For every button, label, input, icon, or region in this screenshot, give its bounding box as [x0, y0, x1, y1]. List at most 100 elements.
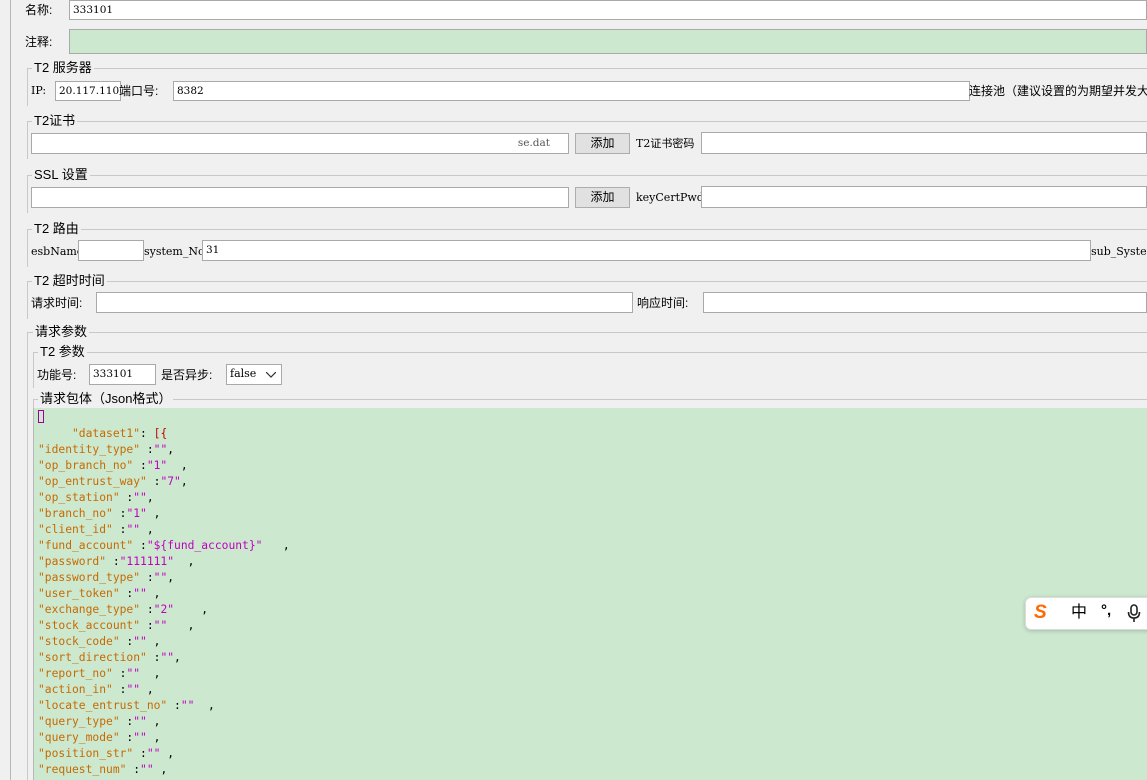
request-time-label: 请求时间:	[31, 296, 83, 310]
json-key: "position_str"	[38, 747, 134, 760]
json-key: "query_type"	[38, 715, 120, 728]
comment-input[interactable]	[69, 29, 1147, 54]
json-line: "password" :"111111" ,	[38, 554, 194, 570]
json-comma: ,	[146, 731, 161, 744]
json-line: "sort_direction" :"",	[38, 650, 181, 666]
json-line: "action_in" :"" ,	[38, 682, 154, 698]
func-no-input[interactable]: 333101	[89, 364, 156, 385]
cert-path-tail: se.dat	[517, 137, 550, 149]
json-comma: ,	[194, 699, 215, 712]
json-key: "client_id"	[38, 523, 113, 536]
json-comma: ,	[146, 635, 161, 648]
cert-path-input[interactable]: se.dat	[31, 133, 569, 154]
chevron-down-icon	[266, 372, 276, 378]
json-comma: ,	[174, 555, 195, 568]
json-line: "request_num" :"" ,	[38, 762, 167, 778]
json-key: "op_station"	[38, 491, 120, 504]
ssl-pwd-label: keyCertPwd	[636, 191, 704, 204]
port-input[interactable]: 8382	[173, 81, 970, 101]
request-time-input[interactable]	[96, 292, 633, 313]
json-line: "dataset1": [{	[38, 426, 167, 442]
json-colon: :	[119, 635, 134, 648]
response-time-input[interactable]	[703, 292, 1147, 313]
json-colon: :	[126, 763, 141, 776]
json-line: "branch_no" :"1" ,	[38, 506, 160, 522]
json-colon: :	[140, 443, 154, 456]
json-line: "op_station" :"",	[38, 490, 154, 506]
left-gutter	[0, 0, 11, 780]
json-key: "stock_code"	[38, 635, 120, 648]
json-value: ""	[140, 763, 154, 776]
ime-mode-button[interactable]: 中	[1071, 604, 1087, 622]
json-key: "password_type"	[38, 571, 141, 584]
ime-punct-button[interactable]: °,	[1101, 602, 1111, 620]
json-colon: :	[106, 555, 120, 568]
json-value: "1"	[146, 459, 168, 472]
request-params-legend: 请求参数	[33, 324, 90, 340]
server-legend: T2 服务器	[32, 60, 94, 76]
mic-icon[interactable]	[1127, 604, 1141, 623]
json-comma: ,	[174, 603, 209, 616]
ime-toolbar[interactable]: S 中 °,	[1025, 597, 1147, 630]
json-value: "1"	[126, 507, 147, 520]
route-legend: T2 路由	[32, 221, 81, 237]
json-value: ""	[133, 635, 147, 648]
async-select[interactable]: false	[226, 364, 282, 385]
json-colon: :	[119, 731, 134, 744]
json-value: ""	[160, 651, 175, 664]
ip-input[interactable]: 20.117.110	[55, 81, 121, 101]
t2-sampler-panel: 名称: 333101 注释: T2 服务器 IP: 20.117.110 端口号…	[0, 0, 1147, 780]
json-colon: :	[133, 747, 147, 760]
json-key: "query_mode"	[38, 731, 120, 744]
ssl-path-input[interactable]	[31, 187, 569, 208]
json-line: "op_entrust_way" :"7",	[38, 474, 188, 490]
json-bracket: [{	[153, 427, 168, 440]
json-line: "password_type" :"",	[38, 570, 174, 586]
json-comma: ,	[146, 507, 161, 520]
json-colon: :	[112, 667, 127, 680]
cert-add-button[interactable]: 添加	[575, 133, 630, 154]
response-time-label: 响应时间:	[637, 296, 689, 310]
json-key: "user_token"	[38, 587, 120, 600]
json-key: "request_num"	[38, 763, 127, 776]
json-line: "identity_type" :"",	[38, 442, 174, 458]
json-colon: :	[112, 683, 127, 696]
json-value: "2"	[153, 603, 175, 616]
json-line: "user_token" :"" ,	[38, 586, 160, 602]
json-comma: ,	[167, 459, 188, 472]
system-input[interactable]: 31	[202, 240, 1091, 261]
json-value: "111111"	[119, 555, 175, 568]
json-comma: ,	[140, 523, 154, 536]
json-colon: :	[140, 603, 154, 616]
json-colon: :	[140, 427, 154, 440]
esb-input[interactable]	[78, 240, 144, 261]
port-label: 端口号:	[119, 84, 159, 98]
json-value: ""	[146, 747, 161, 760]
ip-label: IP:	[31, 84, 47, 97]
json-comma: ,	[174, 651, 181, 664]
json-body-editor[interactable]: "dataset1": [{"identity_type" :"", "op_br…	[33, 408, 1147, 780]
json-line: "position_str" :"" ,	[38, 746, 174, 762]
json-colon: :	[112, 523, 127, 536]
timeout-legend: T2 超时时间	[32, 273, 107, 289]
func-no-label: 功能号:	[37, 368, 77, 382]
cert-legend: T2证书	[32, 113, 78, 129]
json-value: ""	[133, 731, 147, 744]
json-line: "query_type" :"" ,	[38, 714, 160, 730]
name-input[interactable]: 333101	[69, 0, 1147, 20]
json-line: "query_mode" :"" ,	[38, 730, 160, 746]
json-key: "report_no"	[38, 667, 113, 680]
json-colon: :	[167, 699, 181, 712]
name-label: 名称:	[25, 3, 53, 17]
ssl-pwd-input[interactable]	[701, 186, 1147, 208]
cert-pwd-input[interactable]	[701, 132, 1147, 154]
json-value: ""	[126, 683, 141, 696]
json-key: "identity_type"	[38, 443, 141, 456]
comment-label: 注释:	[25, 35, 53, 49]
ssl-add-button[interactable]: 添加	[575, 187, 630, 208]
json-colon: :	[146, 475, 161, 488]
t2-params-legend: T2 参数	[38, 344, 87, 360]
json-comma: ,	[160, 747, 175, 760]
json-comma: ,	[167, 571, 175, 584]
json-key: "branch_no"	[38, 507, 113, 520]
